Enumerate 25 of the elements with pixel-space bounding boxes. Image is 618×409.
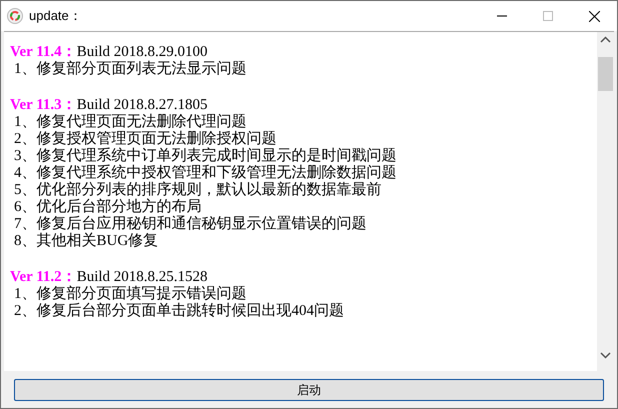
changelog-item: 8、其他相关BUG修复 bbox=[13, 233, 158, 250]
scroll-down-icon[interactable] bbox=[600, 352, 611, 359]
scroll-up-icon[interactable] bbox=[600, 36, 611, 43]
changelog-item: 1、修复部分页面填写提示错误问题 bbox=[13, 286, 246, 302]
build-label: Build 2018.8.29.0100 bbox=[76, 44, 208, 60]
build-label: Build 2018.8.27.1805 bbox=[76, 97, 208, 114]
scrollbar[interactable] bbox=[597, 32, 614, 371]
changelog-item: 1、修复部分页面列表无法显示问题 bbox=[13, 61, 246, 78]
changelog-item: 2、修复授权管理页面无法删除授权问题 bbox=[13, 131, 276, 147]
changelog-item: 6、优化后台部分地方的布局 bbox=[13, 199, 202, 215]
changelog-item: 1、修复代理页面无法删除代理问题 bbox=[13, 114, 246, 130]
version-label: Ver 11.3： bbox=[10, 97, 77, 114]
changelog-item: 2、修复后台部分页面单击跳转时候回出现404问题 bbox=[13, 303, 344, 320]
app-icon bbox=[7, 8, 23, 24]
scrollbar-thumb[interactable] bbox=[598, 57, 613, 91]
close-icon[interactable] bbox=[588, 10, 600, 22]
start-button[interactable]: 启动 bbox=[14, 378, 604, 400]
version-label: Ver 11.2： bbox=[10, 269, 77, 286]
changelog-item: 3、修复代理系统中订单列表完成时间显示的是时间戳问题 bbox=[13, 148, 396, 164]
changelog-item: 5、优化部分列表的排序规则，默认以最新的数据靠最前 bbox=[13, 182, 382, 198]
version-label: Ver 11.4： bbox=[10, 44, 77, 60]
build-label: Build 2018.8.25.1528 bbox=[76, 269, 208, 286]
window-title: update： bbox=[29, 7, 82, 26]
changelog-item: 4、修复代理系统中授权管理和下级管理无法删除数据问题 bbox=[13, 165, 396, 181]
changelog-item: 7、修复后台应用秘钥和通信秘钥显示位置错误的问题 bbox=[13, 216, 366, 232]
